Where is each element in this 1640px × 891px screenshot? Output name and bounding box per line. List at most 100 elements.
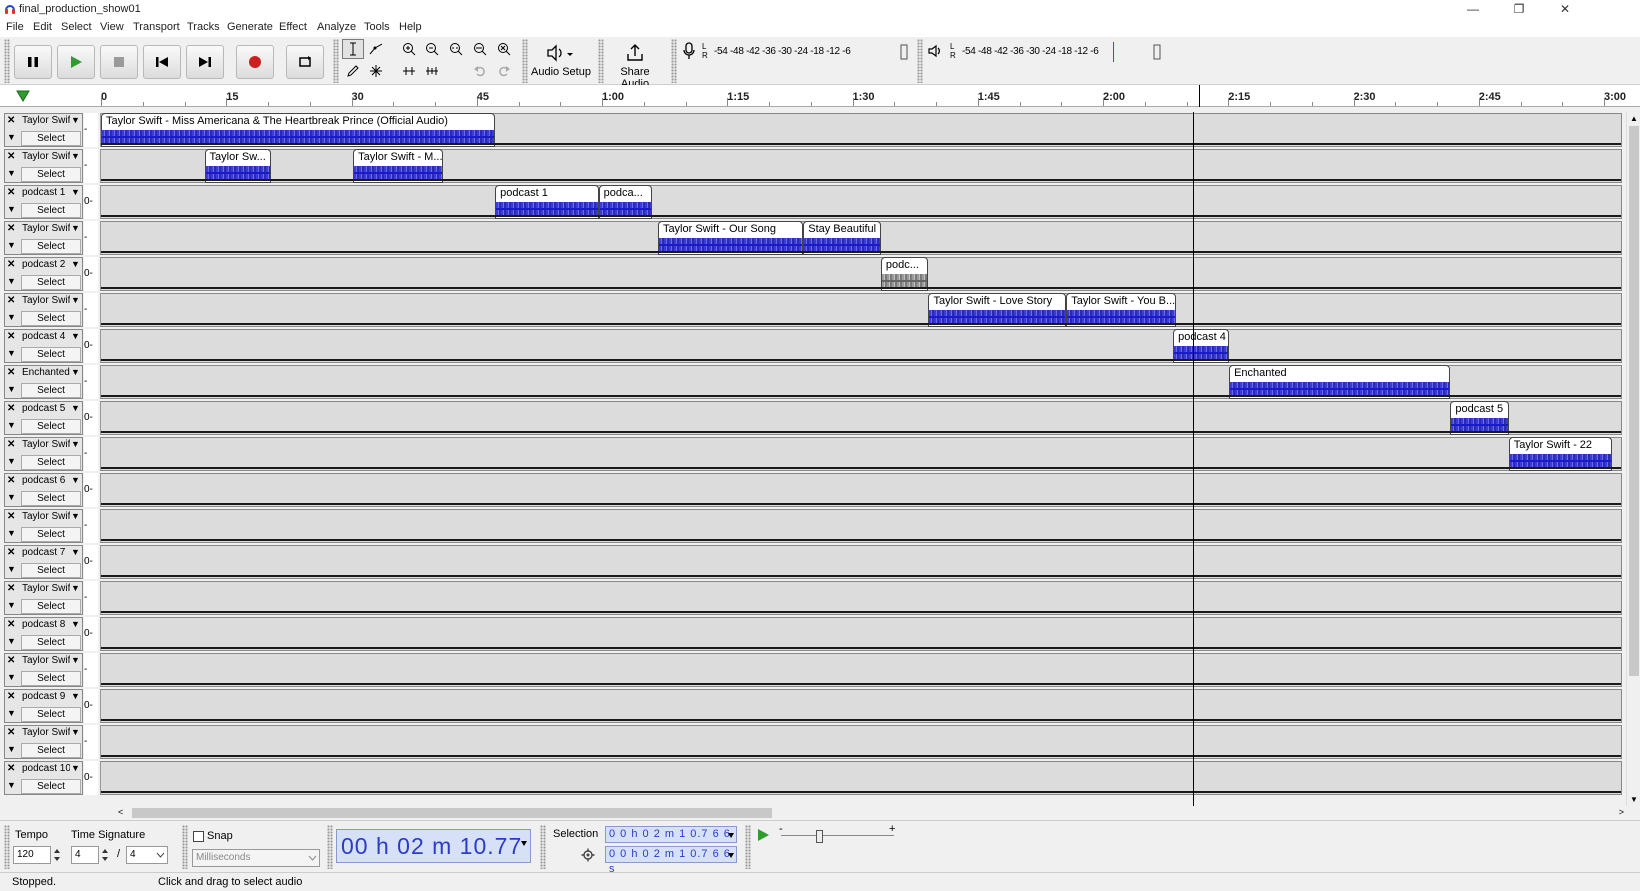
collapse-track-icon[interactable]: ▼: [7, 780, 16, 790]
collapse-track-icon[interactable]: ▼: [7, 240, 16, 250]
track-name[interactable]: Taylor Swift: [22, 295, 70, 306]
clip-title[interactable]: Enchanted: [1234, 367, 1287, 379]
clip-title[interactable]: Taylor Swift - Our Song: [663, 223, 776, 235]
track-lane[interactable]: [100, 761, 1622, 795]
track-menu-icon[interactable]: ▼: [71, 115, 80, 125]
track-select-button[interactable]: Select: [21, 743, 81, 758]
silence-button[interactable]: [421, 61, 443, 81]
close-track-icon[interactable]: ✕: [7, 727, 15, 738]
collapse-track-icon[interactable]: ▼: [7, 600, 16, 610]
track-select-button[interactable]: Select: [21, 455, 81, 470]
toolbar-grip[interactable]: [333, 39, 339, 83]
audio-clip[interactable]: Taylor Swift - You B...: [1066, 293, 1176, 327]
track-menu-icon[interactable]: ▼: [71, 187, 80, 197]
track[interactable]: ✕ podcast 7 ▼ ▼ Select 0-: [0, 544, 1626, 580]
recording-meter[interactable]: LR -54 -48 -42 -36 -30 -24 -18 -12 -6: [702, 42, 908, 64]
track-lane[interactable]: Taylor Swift - Miss Americana & The Hear…: [100, 113, 1622, 147]
waveform[interactable]: [658, 238, 803, 252]
track-control-panel[interactable]: ✕ Taylor Swift ▼ ▼ Select: [4, 221, 83, 255]
track-lane[interactable]: Taylor Swift - Our Song Stay Beautiful: [100, 221, 1622, 255]
track-select-button[interactable]: Select: [21, 491, 81, 506]
horizontal-scroll-thumb[interactable]: [132, 808, 772, 818]
track-control-panel[interactable]: ✕ podcast 8 ▼ ▼ Select: [4, 617, 83, 651]
waveform[interactable]: [1230, 382, 1450, 396]
zoom-out-button[interactable]: [421, 39, 443, 59]
track-menu-icon[interactable]: ▼: [71, 295, 80, 305]
track-name[interactable]: Taylor Swift: [22, 439, 70, 450]
undo-button[interactable]: [469, 61, 491, 81]
clip-title[interactable]: podcast 5: [1455, 403, 1503, 415]
track-name[interactable]: Taylor Swift: [22, 223, 70, 234]
track-menu-icon[interactable]: ▼: [71, 475, 80, 485]
track-name[interactable]: podcast 1: [22, 187, 70, 198]
track-lane[interactable]: podcast 4: [100, 329, 1622, 363]
track-menu-icon[interactable]: ▼: [71, 583, 80, 593]
track-name[interactable]: Taylor Swift: [22, 583, 70, 594]
track-menu-icon[interactable]: ▼: [71, 727, 80, 737]
track-lane[interactable]: [100, 617, 1622, 651]
track-lane[interactable]: [100, 509, 1622, 543]
close-track-icon[interactable]: ✕: [7, 511, 15, 522]
track[interactable]: ✕ podcast 1 ▼ ▼ Select 0- podcast 1 podca…: [0, 184, 1626, 220]
track-control-panel[interactable]: ✕ Enchanted ▼ ▼ Select: [4, 365, 83, 399]
track-select-button[interactable]: Select: [21, 275, 81, 290]
close-window-button[interactable]: ✕: [1542, 0, 1588, 19]
track-menu-icon[interactable]: ▼: [71, 763, 80, 773]
toolbar-grip[interactable]: [4, 825, 10, 869]
track-name[interactable]: podcast 4: [22, 331, 70, 342]
track-name[interactable]: Enchanted: [22, 367, 70, 378]
close-track-icon[interactable]: ✕: [7, 295, 15, 306]
close-track-icon[interactable]: ✕: [7, 259, 15, 270]
stop-button[interactable]: [100, 45, 138, 79]
collapse-track-icon[interactable]: ▼: [7, 168, 16, 178]
waveform[interactable]: [1174, 346, 1229, 360]
waveform[interactable]: [1067, 310, 1175, 324]
track-menu-icon[interactable]: ▼: [71, 439, 80, 449]
track-select-button[interactable]: Select: [21, 419, 81, 434]
waveform[interactable]: [496, 202, 598, 216]
track-control-panel[interactable]: ✕ Taylor Swift ▼ ▼ Select: [4, 581, 83, 615]
track[interactable]: ✕ Taylor Swift ▼ ▼ Select -: [0, 724, 1626, 760]
close-track-icon[interactable]: ✕: [7, 619, 15, 630]
close-track-icon[interactable]: ✕: [7, 367, 15, 378]
waveform[interactable]: [1451, 418, 1508, 432]
track-menu-icon[interactable]: ▼: [71, 511, 80, 521]
track-menu-icon[interactable]: ▼: [71, 331, 80, 341]
fit-project-button[interactable]: [469, 39, 491, 59]
track-select-button[interactable]: Select: [21, 707, 81, 722]
menu-tools[interactable]: Tools: [364, 21, 390, 33]
record-button[interactable]: [236, 45, 274, 79]
playback-speed-track[interactable]: [781, 835, 894, 836]
pause-button[interactable]: [14, 45, 52, 79]
track-select-button[interactable]: Select: [21, 383, 81, 398]
clip-title[interactable]: Taylor Swift - 22: [1514, 439, 1592, 451]
audio-clip[interactable]: Taylor Swift - M...: [353, 149, 444, 183]
toolbar-grip[interactable]: [522, 39, 528, 83]
collapse-track-icon[interactable]: ▼: [7, 708, 16, 718]
clip-title[interactable]: Taylor Swift - You B...: [1071, 295, 1174, 307]
selection-end-time[interactable]: 0 0 h 0 2 m 1 0.7 6 6 s: [605, 846, 737, 875]
trim-outside-button[interactable]: [398, 61, 420, 81]
track-lane[interactable]: [100, 653, 1622, 687]
track-select-button[interactable]: Select: [21, 239, 81, 254]
track[interactable]: ✕ podcast 4 ▼ ▼ Select 0- podcast 4: [0, 328, 1626, 364]
loop-button[interactable]: [286, 45, 324, 79]
collapse-track-icon[interactable]: ▼: [7, 744, 16, 754]
track[interactable]: ✕ podcast 2 ▼ ▼ Select 0- podc...: [0, 256, 1626, 292]
clip-title[interactable]: Taylor Swift - Love Story: [933, 295, 1052, 307]
track-name[interactable]: Taylor Swift: [22, 511, 70, 522]
track-name[interactable]: podcast 9: [22, 691, 70, 702]
close-track-icon[interactable]: ✕: [7, 439, 15, 450]
track-control-panel[interactable]: ✕ podcast 9 ▼ ▼ Select: [4, 689, 83, 723]
audio-setup-button[interactable]: Audio Setup: [530, 39, 592, 83]
track-menu-icon[interactable]: ▼: [71, 151, 80, 161]
track[interactable]: ✕ Taylor Swift ▼ ▼ Select -: [0, 508, 1626, 544]
selection-tool[interactable]: [342, 39, 364, 59]
clip-title[interactable]: podcast 1: [500, 187, 548, 199]
waveform[interactable]: [599, 202, 652, 216]
skip-to-end-button[interactable]: [186, 45, 224, 79]
track-name[interactable]: podcast 10: [22, 763, 70, 774]
menu-transport[interactable]: Transport: [133, 21, 180, 33]
track-select-button[interactable]: Select: [21, 635, 81, 650]
track[interactable]: ✕ podcast 10 ▼ ▼ Select 0-: [0, 760, 1626, 796]
